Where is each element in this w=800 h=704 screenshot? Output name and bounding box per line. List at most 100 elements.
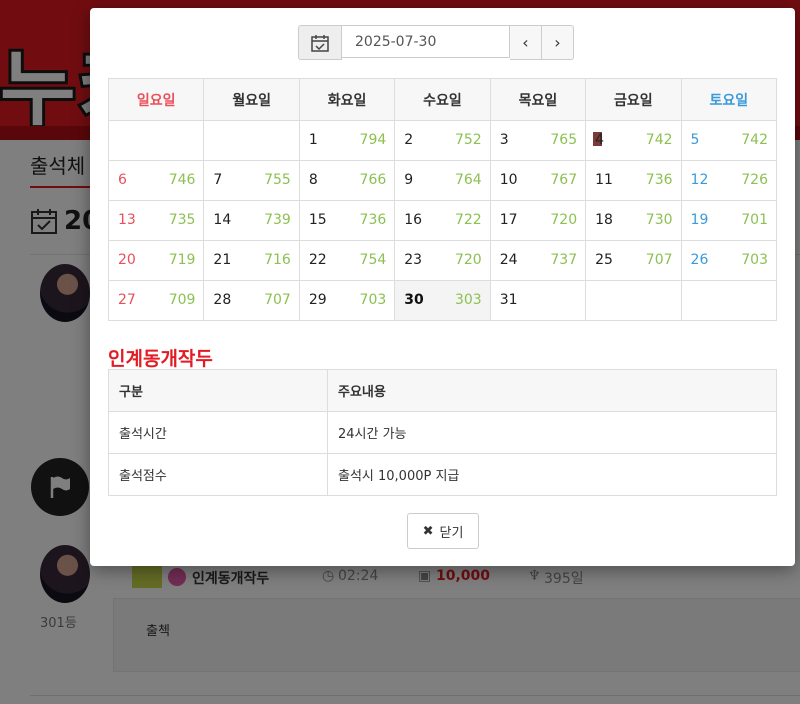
weekday-header: 일요일 [107, 78, 205, 121]
attendance-count: 719 [168, 252, 196, 268]
close-icon: ✖ [422, 523, 434, 539]
prev-month-button[interactable]: ‹ [510, 25, 542, 60]
calendar-day-cell[interactable]: 5 742 [680, 120, 778, 161]
calendar-day-number: 25 [595, 252, 613, 268]
calendar-day-cell[interactable]: 13 735 [107, 200, 205, 241]
calendar-day-cell[interactable]: 6 746 [107, 160, 205, 201]
calendar-day-number: 20 [118, 252, 136, 268]
attendance-count: 764 [454, 172, 482, 188]
date-navigator: 2025-07-30 ‹ › [298, 25, 574, 60]
weekday-header: 화요일 [298, 78, 396, 121]
calendar-day-cell[interactable]: 4 742 [585, 120, 682, 161]
calendar-day-cell[interactable]: 11 736 [585, 160, 682, 201]
calendar-day-number: 5 [690, 132, 700, 148]
calendar-day-number: 17 [499, 212, 518, 228]
calendar-day-number: 30 [404, 292, 424, 308]
calendar-day-number: 26 [690, 252, 709, 268]
chevron-left-icon: ‹ [522, 33, 529, 52]
attendance-count: 735 [168, 212, 196, 228]
calendar-day-cell[interactable]: 21 716 [203, 240, 300, 281]
calendar-day-cell[interactable]: 16 722 [394, 200, 491, 241]
calendar-day-number: 11 [595, 172, 613, 188]
attendance-count: 746 [168, 172, 196, 188]
calendar-day-number: 2 [404, 132, 414, 148]
attendance-count: 767 [550, 172, 578, 188]
table-cell: 출석시간 [108, 411, 328, 454]
next-month-button[interactable]: › [542, 25, 574, 60]
calendar-day-cell[interactable]: 2 752 [394, 120, 491, 161]
attendance-count: 722 [454, 212, 482, 228]
calendar-day-cell[interactable]: 15 736 [298, 200, 396, 241]
calendar-day-cell[interactable]: 12 726 [680, 160, 778, 201]
calendar-day-cell[interactable]: 27 709 [107, 280, 205, 321]
calendar-day-number: 8 [308, 172, 318, 188]
calendar-check-icon [311, 34, 329, 52]
attendance-info-table: 구분 주요내용 출석시간 24시간 가능 출석점수 출석시 10,000P 지급 [108, 369, 777, 496]
chevron-right-icon: › [554, 33, 561, 52]
calendar-day-cell[interactable]: 1 794 [298, 120, 396, 161]
calendar-day-cell[interactable]: 22 754 [298, 240, 396, 281]
calendar-day-number: 22 [308, 252, 327, 268]
calendar-day-number: 7 [213, 172, 223, 188]
attendance-count: 766 [359, 172, 387, 188]
calendar-day-cell[interactable]: 8 766 [298, 160, 396, 201]
attendance-calendar: 일요일 월요일 화요일 수요일 목요일 금요일 토요일 1 794 2 752 3 765… [107, 78, 778, 321]
attendance-count: 726 [741, 172, 768, 188]
attendance-count: 730 [645, 212, 673, 228]
attendance-count: 742 [741, 132, 768, 148]
attendance-count: 716 [264, 252, 291, 268]
calendar-day-number: 15 [308, 212, 327, 228]
calendar-empty-cell [585, 280, 682, 321]
calendar-day-number: 21 [213, 252, 232, 268]
weekday-header: 수요일 [394, 78, 491, 121]
calendar-day-number: 1 [308, 132, 318, 148]
calendar-day-number: 16 [404, 212, 423, 228]
calendar-day-cell[interactable]: 9 764 [394, 160, 491, 201]
calendar-day-cell[interactable]: 25 707 [585, 240, 682, 281]
attendance-count: 755 [264, 172, 291, 188]
calendar-day-cell[interactable]: 31 [489, 280, 587, 321]
calendar-day-number: 4 [595, 132, 605, 148]
calendar-day-cell[interactable]: 29 703 [298, 280, 396, 321]
calendar-day-number: 3 [499, 132, 509, 148]
table-cell: 24시간 가능 [327, 411, 777, 454]
calendar-day-cell[interactable]: 26 703 [680, 240, 778, 281]
calendar-day-number: 14 [213, 212, 232, 228]
calendar-day-cell[interactable]: 24 737 [489, 240, 587, 281]
weekday-header: 토요일 [680, 78, 778, 121]
attendance-count: 720 [454, 252, 482, 268]
table-cell: 출석시 10,000P 지급 [327, 453, 777, 496]
calendar-day-cell[interactable]: 18 730 [585, 200, 682, 241]
calendar-day-cell[interactable]: 30 303 [394, 280, 491, 321]
attendance-count: 703 [359, 292, 387, 308]
calendar-day-cell[interactable]: 23 720 [394, 240, 491, 281]
calendar-day-cell[interactable]: 14 739 [203, 200, 300, 241]
calendar-button[interactable] [298, 25, 342, 60]
calendar-week-row: 6 746 7 755 8 766 9 764 10 767 11 736 12 726 [107, 160, 778, 201]
attendance-count: 707 [264, 292, 291, 308]
attendance-count: 701 [741, 212, 768, 228]
close-button[interactable]: ✖ 닫기 [407, 513, 479, 549]
calendar-day-cell[interactable]: 19 701 [680, 200, 778, 241]
calendar-week-row: 20 719 21 716 22 754 23 720 24 737 25 707 26 703 [107, 240, 778, 281]
date-input[interactable]: 2025-07-30 [342, 25, 510, 58]
calendar-day-number: 13 [118, 212, 136, 228]
column-header: 주요내용 [327, 369, 777, 412]
weekday-header-row: 일요일 월요일 화요일 수요일 목요일 금요일 토요일 [107, 78, 778, 121]
attendance-count: 303 [454, 292, 482, 308]
table-row: 출석점수 출석시 10,000P 지급 [108, 453, 777, 496]
calendar-day-cell[interactable]: 20 719 [107, 240, 205, 281]
weekday-header: 금요일 [585, 78, 682, 121]
calendar-day-cell[interactable]: 28 707 [203, 280, 300, 321]
attendance-count: 765 [550, 132, 578, 148]
calendar-day-cell[interactable]: 7 755 [203, 160, 300, 201]
user-title: 인계동개작두 [108, 348, 213, 370]
calendar-week-row: 1 794 2 752 3 765 4 742 5 742 [107, 120, 778, 161]
calendar-day-cell[interactable]: 10 767 [489, 160, 587, 201]
weekday-header: 월요일 [203, 78, 300, 121]
calendar-day-cell[interactable]: 17 720 [489, 200, 587, 241]
attendance-count: 742 [645, 132, 673, 148]
calendar-day-cell[interactable]: 3 765 [489, 120, 587, 161]
close-button-label: 닫기 [439, 525, 464, 541]
table-row: 출석시간 24시간 가능 [108, 411, 777, 454]
